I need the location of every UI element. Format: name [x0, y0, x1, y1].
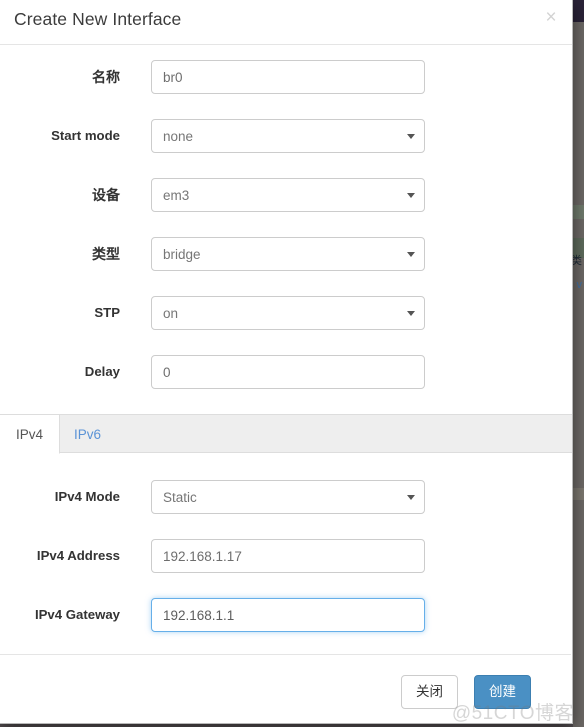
field-wrapper: em3	[151, 178, 425, 212]
interface-label-delay: Delay	[84, 364, 120, 379]
field-wrapper: on	[151, 296, 425, 330]
dialog-footer: 关闭 创建	[0, 654, 571, 723]
interface-label-field: 类型	[92, 246, 120, 262]
close-button[interactable]: 关闭	[401, 675, 458, 709]
screen: 类 v Create New Interface × 名称Start moden…	[0, 0, 584, 727]
backdrop-band	[573, 0, 584, 22]
field-wrapper	[151, 539, 425, 573]
background-bleed-text: v	[576, 279, 583, 291]
interface-label-field: 名称	[92, 69, 120, 85]
ip-version-tabs: IPv4 IPv6	[0, 414, 572, 454]
backdrop-band	[573, 205, 584, 219]
selected-value: bridge	[163, 247, 201, 262]
chevron-down-icon	[407, 495, 415, 500]
modal-backdrop	[573, 0, 584, 727]
selected-value: none	[163, 129, 194, 144]
form-row: STP on	[0, 296, 572, 355]
form-row: Delay	[0, 355, 572, 414]
page-title: Create New Interface	[14, 9, 182, 29]
tab-ipv4[interactable]: IPv4	[0, 415, 61, 454]
ipv4-label-ipv4-mode: IPv4 Mode	[54, 489, 120, 504]
chevron-down-icon	[407, 134, 415, 139]
form-row: IPv4 Mode Static	[0, 453, 572, 539]
selected-value: Static	[163, 490, 197, 505]
interface-label-field: 设备	[92, 187, 120, 203]
field-wrapper	[151, 598, 425, 632]
form-row: Start mode none	[0, 119, 572, 178]
chevron-down-icon	[407, 311, 415, 316]
interface-select-field[interactable]: bridge	[151, 237, 425, 271]
field-wrapper	[151, 355, 425, 389]
create-button[interactable]: 创建	[474, 675, 531, 709]
interface-select-stp[interactable]: on	[151, 296, 425, 330]
interface-select-field[interactable]: em3	[151, 178, 425, 212]
chevron-down-icon	[407, 252, 415, 257]
interface-form: 名称 Start mode none 设备 em3 类型 bridge STP on Delay	[0, 45, 572, 414]
selected-value: em3	[163, 188, 190, 203]
dialog-body: 名称Start modenone设备em3类型bridgeSTPonDelay …	[0, 45, 572, 657]
ipv4-panel: IPv4 Mode Static IPv4 Address IPv4 Gateway	[0, 453, 572, 657]
field-wrapper: none	[151, 119, 425, 153]
interface-input-field[interactable]	[151, 60, 425, 94]
create-interface-dialog: Create New Interface × 名称 Start mode none 设…	[0, 0, 573, 724]
interface-label-stp: STP	[94, 305, 120, 320]
form-row: 类型 bridge	[0, 237, 572, 296]
field-wrapper: Static	[151, 480, 425, 514]
selected-value: on	[163, 306, 179, 321]
ipv4-input-ipv4-gateway[interactable]	[151, 598, 425, 632]
ipv4-label-ipv4-address: IPv4 Address	[36, 548, 120, 563]
backdrop-band	[573, 488, 584, 500]
chevron-down-icon	[407, 193, 415, 198]
form-row: 设备 em3	[0, 178, 572, 237]
dialog-header: Create New Interface ×	[0, 0, 572, 45]
field-wrapper: bridge	[151, 237, 425, 271]
form-row: IPv4 Gateway	[0, 598, 572, 657]
interface-label-start-mode: Start mode	[51, 128, 120, 143]
interface-select-start-mode[interactable]: none	[151, 119, 425, 153]
ipv4-select-ipv4-mode[interactable]: Static	[151, 480, 425, 514]
interface-input-delay[interactable]	[151, 355, 425, 389]
ipv4-label-ipv4-gateway: IPv4 Gateway	[34, 607, 120, 622]
form-row: 名称	[0, 45, 572, 119]
field-wrapper	[151, 60, 425, 94]
ipv4-input-ipv4-address[interactable]	[151, 539, 425, 573]
tab-ipv6[interactable]: IPv6	[58, 415, 117, 454]
ipv4-form: IPv4 Mode Static IPv4 Address IPv4 Gateway	[0, 453, 572, 657]
close-icon[interactable]: ×	[541, 8, 561, 28]
form-row: IPv4 Address	[0, 539, 572, 598]
